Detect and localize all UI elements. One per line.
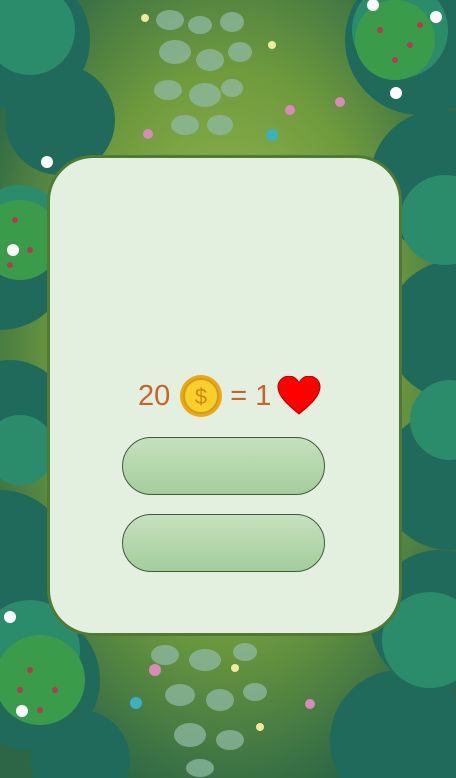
- exchange-button[interactable]: [122, 437, 325, 495]
- coin-icon: $: [180, 375, 223, 417]
- exchange-rate: 20 $ = 1: [138, 374, 338, 418]
- heart-icon: [277, 376, 321, 415]
- heart-amount: 1: [255, 379, 272, 412]
- close-button[interactable]: [122, 514, 325, 572]
- coin-symbol: $: [195, 384, 207, 409]
- coin-amount: 20: [138, 379, 171, 412]
- equals-sign: =: [230, 379, 248, 412]
